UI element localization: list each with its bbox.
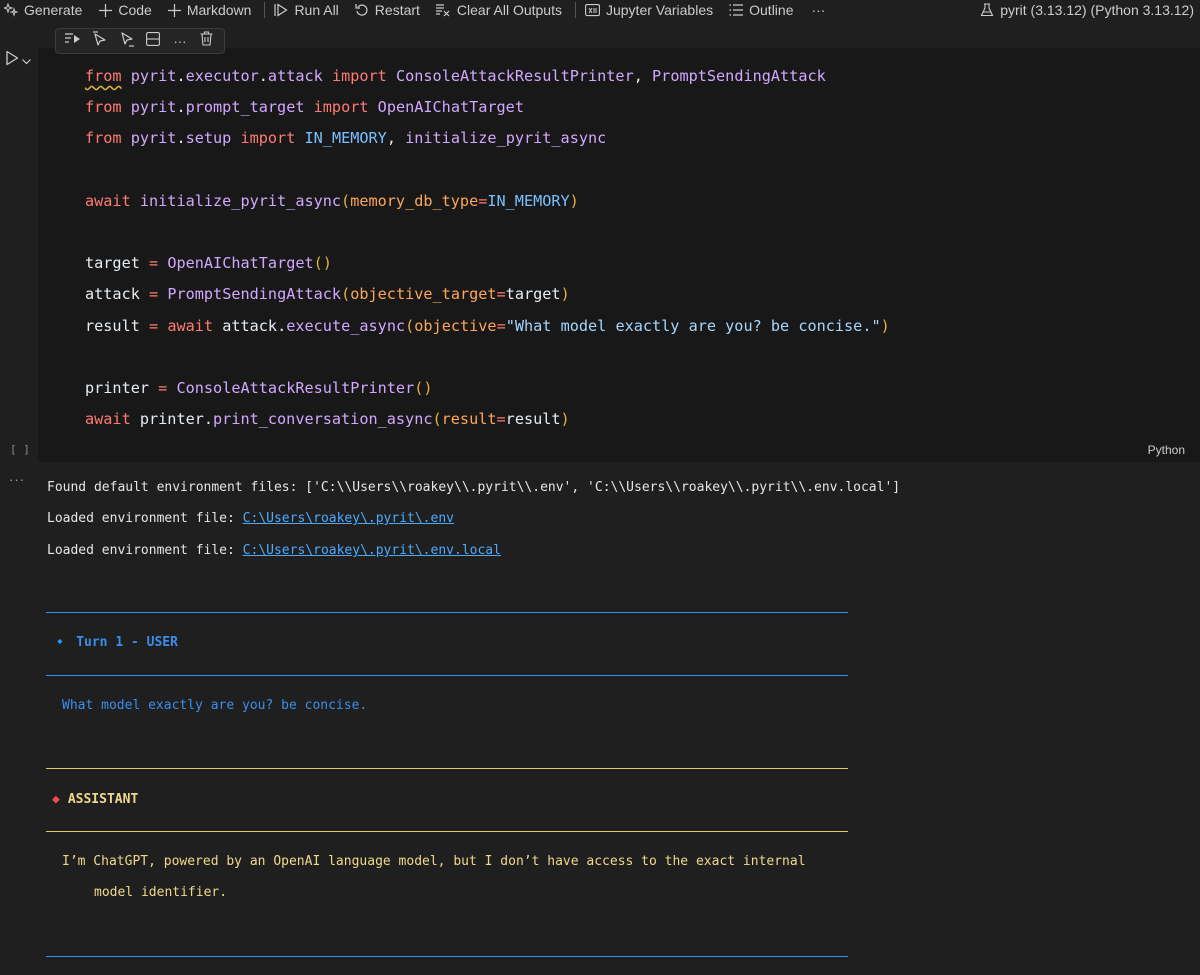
sparkle-icon	[4, 3, 18, 17]
env-file-link[interactable]: C:\Users\roakey\.pyrit\.env	[243, 511, 454, 526]
code-line-8: printer = ConsoleAttackResultPrinter()	[85, 379, 433, 397]
add-markdown-label: Markdown	[186, 2, 252, 18]
execute-above-button[interactable]	[89, 30, 111, 52]
code-line-7: result = await attack.execute_async(obje…	[85, 317, 890, 335]
code-cell-editor[interactable]: from pyrit.executor.attack import Consol…	[38, 48, 1200, 462]
execution-count: [ ]	[10, 443, 30, 456]
run-all-button[interactable]: Run All	[274, 0, 339, 20]
output-loaded-env-1: Loaded environment file: C:\Users\roakey…	[47, 511, 454, 526]
cell-toolbar: ···	[55, 28, 225, 54]
cell-more-button[interactable]: ···	[169, 30, 191, 52]
execute-below-button[interactable]	[116, 30, 138, 52]
code-line-9: await printer.print_conversation_async(r…	[85, 410, 570, 428]
run-by-line-button[interactable]	[62, 30, 84, 52]
chevron-down-icon[interactable]	[22, 52, 31, 70]
user-divider-top	[46, 612, 848, 613]
kernel-label: pyrit (3.13.12) (Python 3.13.12)	[1000, 2, 1194, 18]
output-more-icon[interactable]: ···	[9, 472, 25, 487]
split-cell-icon	[146, 31, 161, 51]
code-line-3: from pyrit.setup import IN_MEMORY, initi…	[85, 129, 607, 147]
jupyter-variables-button[interactable]: Jupyter Variables	[585, 0, 713, 20]
add-code-label: Code	[118, 2, 152, 18]
run-all-label: Run All	[294, 2, 339, 18]
diamond-icon: 🔹	[52, 635, 69, 650]
restart-label: Restart	[374, 2, 420, 18]
execute-below-icon	[119, 31, 135, 52]
env-local-file-link[interactable]: C:\Users\roakey\.pyrit\.env.local	[243, 543, 501, 558]
variables-icon	[585, 3, 600, 17]
jupyter-variables-label: Jupyter Variables	[605, 2, 714, 18]
generate-label: Generate	[24, 2, 83, 18]
add-code-button[interactable]: Code	[99, 0, 152, 20]
code-line-1: from pyrit.executor.attack import Consol…	[85, 67, 826, 85]
code-line-2: from pyrit.prompt_target import OpenAICh…	[85, 98, 524, 116]
assistant-turn-label: ASSISTANT	[67, 792, 139, 807]
toolbar-divider	[264, 2, 266, 18]
user-divider-bottom	[46, 675, 848, 676]
add-markdown-button[interactable]: Markdown	[167, 0, 252, 20]
code-line-5: target = OpenAIChatTarget()	[85, 254, 332, 272]
user-turn-heading: 🔹 Turn 1 - USER	[52, 635, 178, 650]
more-icon: ···	[811, 2, 826, 18]
generate-button[interactable]: Generate	[4, 0, 82, 20]
run-by-line-icon	[64, 32, 82, 51]
clear-outputs-button[interactable]: Clear All Outputs	[435, 0, 562, 20]
output-found-env: Found default environment files: ['C:\\U…	[47, 480, 901, 495]
restart-icon	[355, 3, 369, 17]
run-cell-button[interactable]	[5, 50, 31, 71]
kernel-picker[interactable]: pyrit (3.13.12) (Python 3.13.12)	[980, 0, 1194, 20]
user-message: What model exactly are you? be concise.	[62, 698, 368, 713]
more-icon: ···	[173, 33, 187, 49]
toolbar-divider	[574, 2, 576, 18]
user-turn-label: Turn 1 - USER	[76, 635, 178, 650]
assistant-divider-top	[46, 768, 848, 769]
output-loaded-env-2: Loaded environment file: C:\Users\roakey…	[47, 543, 501, 558]
execute-above-icon	[92, 30, 108, 52]
plus-icon	[167, 3, 181, 17]
split-cell-button[interactable]	[142, 30, 164, 52]
code-line-6: attack = PromptSendingAttack(objective_t…	[85, 285, 570, 303]
loaded-prefix: Loaded environment file:	[47, 543, 243, 558]
delete-cell-button[interactable]	[196, 30, 218, 52]
restart-button[interactable]: Restart	[355, 0, 420, 20]
more-actions-button[interactable]: ···	[811, 0, 825, 20]
code-line-4: await initialize_pyrit_async(memory_db_t…	[85, 192, 579, 210]
notebook-toolbar: Generate Code Markdown Run All Restart C…	[0, 0, 1200, 20]
conversation-end-divider	[46, 956, 848, 957]
loaded-prefix: Loaded environment file:	[47, 511, 243, 526]
play-icon	[5, 50, 19, 71]
outline-button[interactable]: Outline	[729, 0, 793, 20]
outline-label: Outline	[749, 2, 794, 18]
cell-language-selector[interactable]: Python	[1148, 443, 1185, 457]
clear-outputs-label: Clear All Outputs	[456, 2, 562, 18]
clear-all-icon	[435, 3, 451, 17]
diamond-icon: ◆	[52, 792, 60, 807]
assistant-turn-heading: ◆ ASSISTANT	[52, 792, 138, 807]
run-all-icon	[274, 3, 289, 17]
plus-icon	[99, 3, 113, 17]
assistant-message-line-1: I’m ChatGPT, powered by an OpenAI langua…	[62, 854, 806, 869]
trash-icon	[200, 31, 213, 51]
assistant-message-line-2: model identifier.	[94, 885, 228, 900]
flask-icon	[980, 3, 994, 17]
list-icon	[729, 3, 744, 17]
assistant-divider-bottom	[46, 831, 848, 832]
